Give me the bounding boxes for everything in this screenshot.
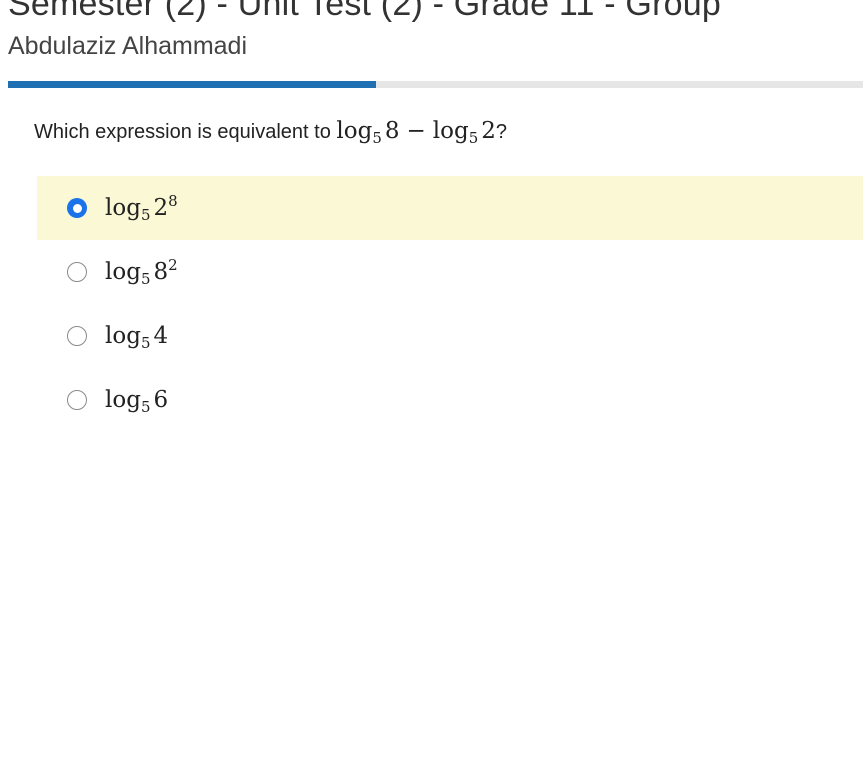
expr-arg-1: 8 — [384, 118, 400, 144]
answer-option-a[interactable]: log5 28 — [37, 176, 863, 240]
option-a-expression: log5 28 — [105, 192, 178, 224]
radio-button-d[interactable] — [67, 390, 87, 410]
question-mark: ? — [495, 121, 508, 143]
option-c-base: 5 — [140, 334, 151, 352]
option-b-exponent: 2 — [168, 256, 178, 274]
expr-log-1: log — [336, 118, 373, 144]
question-prompt: Which expression is equivalent to — [34, 121, 331, 143]
option-c-expression: log5 4 — [105, 323, 169, 352]
option-a-arg: 2 — [153, 195, 169, 221]
student-name: Abdulaziz Alhammadi — [8, 32, 248, 60]
option-b-expression: log5 82 — [105, 256, 178, 288]
answer-options: log5 28 log5 82 log5 4 log5 6 — [37, 176, 863, 432]
option-d-arg: 6 — [153, 387, 169, 413]
question-expression: log5 8− log5 2 — [336, 118, 496, 147]
expr-log-2: log — [432, 118, 469, 144]
option-a-base: 5 — [140, 206, 151, 224]
option-c-log: log — [105, 323, 141, 349]
answer-option-b[interactable]: log5 82 — [37, 240, 863, 304]
progress-bar — [8, 81, 863, 88]
option-a-log: log — [105, 195, 141, 221]
question-text: Which expression is equivalent to log5 8−… — [34, 114, 507, 149]
radio-button-b[interactable] — [67, 262, 87, 282]
test-title: Semester (2) - Unit Test (2) - Grade 11 … — [8, 0, 721, 23]
option-b-log: log — [105, 259, 141, 285]
answer-option-c[interactable]: log5 4 — [37, 304, 863, 368]
option-a-exponent: 8 — [168, 192, 178, 210]
quiz-page: Semester (2) - Unit Test (2) - Grade 11 … — [0, 0, 863, 779]
radio-button-a[interactable] — [67, 198, 87, 218]
option-d-log: log — [105, 387, 141, 413]
expr-arg-2: 2 — [481, 118, 496, 144]
expr-operator: − — [406, 118, 426, 144]
option-d-base: 5 — [140, 398, 151, 416]
expr-base-2: 5 — [468, 129, 479, 147]
option-b-base: 5 — [140, 270, 151, 288]
option-d-expression: log5 6 — [105, 387, 169, 416]
radio-button-c[interactable] — [67, 326, 87, 346]
option-b-arg: 8 — [153, 259, 169, 285]
progress-fill — [8, 81, 376, 88]
answer-option-d[interactable]: log5 6 — [37, 368, 863, 432]
expr-base-1: 5 — [372, 129, 382, 147]
option-c-arg: 4 — [153, 323, 169, 349]
